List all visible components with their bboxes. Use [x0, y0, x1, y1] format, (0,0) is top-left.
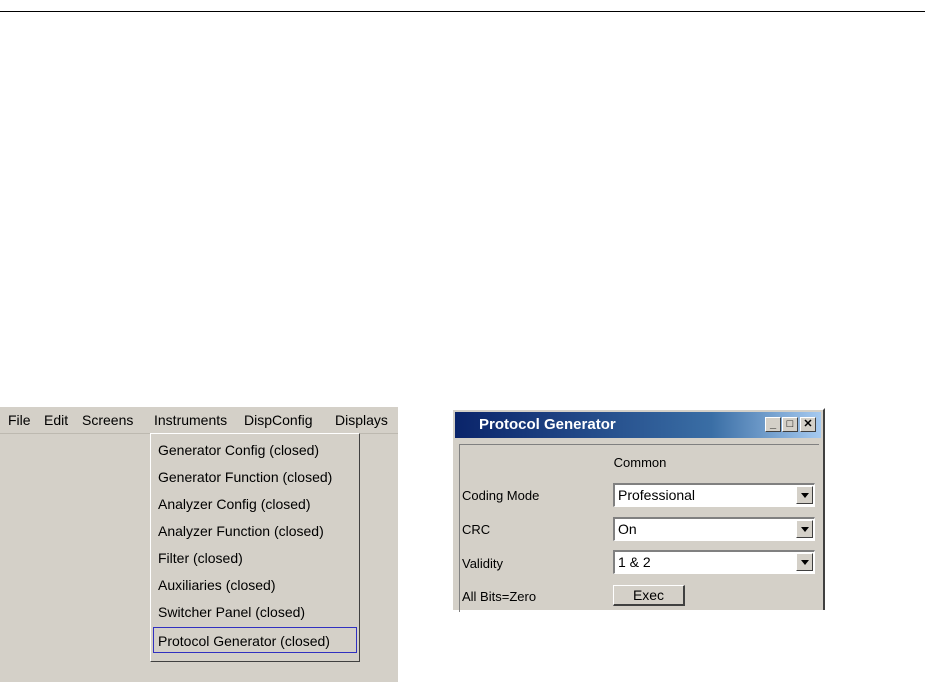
exec-button[interactable]: Exec: [613, 585, 685, 606]
validity-value: 1 & 2: [618, 554, 651, 570]
menu-item-analyzer-function[interactable]: Analyzer Function (closed): [152, 518, 358, 544]
crc-label: CRC: [462, 522, 491, 537]
menu-screens[interactable]: Screens: [82, 412, 133, 428]
dropdown-arrow-icon[interactable]: [796, 486, 813, 504]
close-icon: ✕: [803, 418, 813, 430]
menu-dispconfig[interactable]: DispConfig: [244, 412, 312, 428]
crc-select[interactable]: On: [613, 517, 815, 541]
validity-label: Validity: [462, 556, 503, 571]
menu-file[interactable]: File: [8, 412, 31, 428]
menu-displays[interactable]: Displays: [335, 412, 388, 428]
section-heading-common: Common: [613, 455, 667, 470]
menu-screenshot: File Edit Screens Instruments DispConfig…: [0, 407, 398, 682]
menu-item-auxiliaries[interactable]: Auxiliaries (closed): [152, 572, 358, 598]
window-title: Protocol Generator: [479, 416, 616, 433]
menu-item-filter[interactable]: Filter (closed): [152, 545, 358, 571]
menu-item-generator-config[interactable]: Generator Config (closed): [152, 437, 358, 463]
menu-item-protocol-generator[interactable]: Protocol Generator (closed): [153, 627, 357, 653]
validity-select[interactable]: 1 & 2: [613, 550, 815, 574]
window-titlebar[interactable]: Protocol Generator _ □ ✕: [455, 412, 821, 438]
coding-mode-select[interactable]: Professional: [613, 483, 815, 507]
crc-value: On: [618, 521, 637, 537]
close-button[interactable]: ✕: [800, 417, 816, 432]
coding-mode-label: Coding Mode: [462, 488, 540, 503]
menu-instruments[interactable]: Instruments: [154, 412, 227, 428]
maximize-button[interactable]: □: [782, 417, 798, 432]
coding-mode-value: Professional: [618, 487, 696, 503]
minimize-icon: _: [769, 418, 777, 430]
page-top-rule: [0, 11, 925, 12]
settings-panel: Common Coding Mode Professional CRC On V…: [459, 444, 819, 612]
minimize-button[interactable]: _: [765, 417, 781, 432]
menu-item-generator-function[interactable]: Generator Function (closed): [152, 464, 358, 490]
maximize-icon: □: [786, 418, 794, 430]
all-bits-zero-label: All Bits=Zero: [462, 589, 537, 604]
menubar: File Edit Screens Instruments DispConfig…: [0, 407, 398, 434]
dropdown-arrow-icon[interactable]: [796, 553, 813, 571]
menu-item-analyzer-config[interactable]: Analyzer Config (closed): [152, 491, 358, 517]
menu-item-switcher-panel[interactable]: Switcher Panel (closed): [152, 599, 358, 625]
menu-edit[interactable]: Edit: [44, 412, 68, 428]
protocol-generator-window: Protocol Generator _ □ ✕ Common Coding M…: [451, 408, 825, 612]
instruments-dropdown: Generator Config (closed) Generator Func…: [150, 433, 360, 662]
dropdown-arrow-icon[interactable]: [796, 520, 813, 538]
